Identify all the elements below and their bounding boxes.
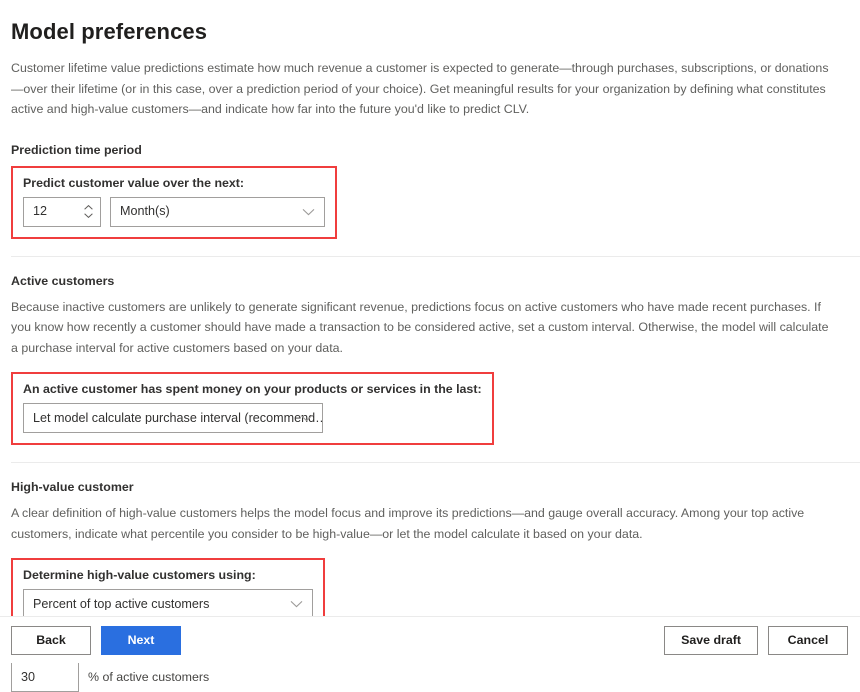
high-value-percent-suffix: % of active customers <box>88 670 210 684</box>
label-predict-customer-value: Predict customer value over the next: <box>23 175 245 190</box>
save-draft-button[interactable]: Save draft <box>664 625 758 655</box>
prediction-amount-stepper[interactable]: 12 <box>23 196 101 227</box>
section-title-high-value-customer: High-value customer <box>11 480 134 494</box>
chevron-up-icon[interactable] <box>84 205 93 210</box>
chevron-down-icon <box>290 601 303 608</box>
section-prediction-time-period: Prediction time period Predict customer … <box>11 143 838 239</box>
stepper-arrows <box>84 198 93 226</box>
highlight-box-prediction-period: Predict customer value over the next: 12 <box>11 165 337 239</box>
label-determine-high-value: Determine high-value customers using: <box>23 568 256 582</box>
high-value-percent-value: 30 <box>21 669 36 684</box>
high-value-percent-controls: 30 % of active customers <box>11 662 838 692</box>
model-preferences-page: Model preferences Customer lifetime valu… <box>0 0 860 692</box>
label-active-customer-spent: An active customer has spent money on yo… <box>23 382 482 396</box>
divider-after-prediction <box>11 255 860 257</box>
footer-bar: Back Next Save draft Cancel <box>0 616 860 663</box>
next-button[interactable]: Next <box>101 625 181 655</box>
prediction-period-controls: 12 Month(s) <box>23 196 325 227</box>
section-title-active-customers: Active customers <box>11 273 115 288</box>
chevron-down-icon[interactable] <box>84 213 93 218</box>
chevron-down-icon <box>302 208 315 215</box>
page-title: Model preferences <box>11 19 208 44</box>
high-value-customer-body-text: A clear definition of high-value custome… <box>11 506 805 541</box>
section-active-customers: Active customers Because inactive custom… <box>11 273 838 445</box>
page-content: Model preferences Customer lifetime valu… <box>0 0 860 692</box>
active-customer-interval-dropdown[interactable]: Let model calculate purchase interval (r… <box>23 403 323 433</box>
chevron-down-icon <box>300 415 313 422</box>
active-customers-body-text: Because inactive customers are unlikely … <box>11 299 829 355</box>
high-value-percent-input[interactable]: 30 <box>11 662 79 692</box>
back-button[interactable]: Back <box>11 625 91 655</box>
footer-right-actions: Save draft Cancel <box>664 625 848 655</box>
active-customer-interval-value: Let model calculate purchase interval (r… <box>33 411 322 425</box>
divider-after-active-customers <box>11 462 860 463</box>
footer-left-actions: Back Next <box>11 625 181 655</box>
prediction-amount-value: 12 <box>33 204 48 219</box>
cancel-button[interactable]: Cancel <box>768 625 848 655</box>
section-title-prediction-time-period: Prediction time period <box>11 142 142 157</box>
prediction-unit-dropdown[interactable]: Month(s) <box>110 196 325 227</box>
prediction-unit-value: Month(s) <box>120 205 170 218</box>
page-intro-text: Customer lifetime value predictions esti… <box>11 61 829 116</box>
high-value-method-dropdown[interactable]: Percent of top active customers <box>23 589 313 619</box>
highlight-box-active-customer-interval: An active customer has spent money on yo… <box>11 372 494 445</box>
high-value-method-value: Percent of top active customers <box>33 597 210 611</box>
